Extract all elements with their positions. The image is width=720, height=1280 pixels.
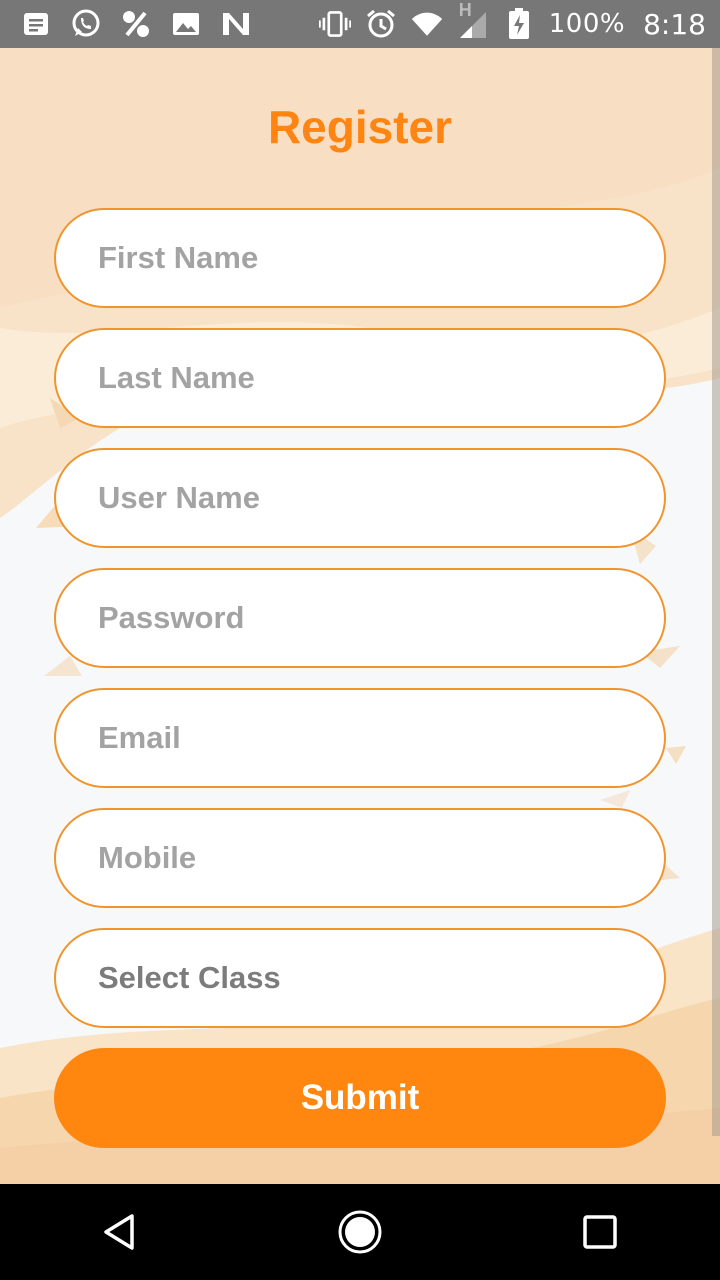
n-app-icon — [220, 8, 252, 40]
wifi-icon — [411, 8, 443, 40]
select-class-dropdown[interactable]: Select Class — [54, 928, 666, 1028]
mobile-field[interactable] — [54, 808, 666, 908]
status-bar: H 100% 8:18 — [0, 0, 720, 48]
email-field[interactable] — [54, 688, 666, 788]
email-input[interactable] — [96, 719, 664, 757]
battery-charging-icon — [503, 8, 535, 40]
first-name-input[interactable] — [96, 239, 664, 277]
scroll-indicator — [712, 48, 720, 1136]
password-field[interactable] — [54, 568, 666, 668]
notes-icon — [20, 8, 52, 40]
last-name-input[interactable] — [96, 359, 664, 397]
user-name-field[interactable] — [54, 448, 666, 548]
alarm-icon — [365, 8, 397, 40]
first-name-field[interactable] — [54, 208, 666, 308]
register-screen: H 100% 8:18 Register Select Class Submit — [0, 0, 720, 1280]
page-title: Register — [267, 101, 453, 153]
password-input[interactable] — [96, 599, 664, 637]
back-icon[interactable] — [80, 1192, 160, 1272]
mobile-input[interactable] — [96, 839, 664, 877]
clock: 8:18 — [643, 7, 706, 41]
navigation-bar — [0, 1184, 720, 1280]
recents-icon[interactable] — [560, 1192, 640, 1272]
image-icon — [170, 8, 202, 40]
battery-percentage: 100% — [548, 9, 626, 39]
network-type-label: H — [458, 0, 472, 20]
submit-button[interactable]: Submit — [54, 1048, 666, 1148]
home-icon[interactable] — [320, 1192, 400, 1272]
last-name-field[interactable] — [54, 328, 666, 428]
percent-icon — [120, 8, 152, 40]
user-name-input[interactable] — [96, 479, 664, 517]
whatsapp-icon — [70, 8, 102, 40]
signal-icon: H — [457, 0, 489, 40]
vibrate-icon — [318, 8, 351, 40]
select-class-label: Select Class — [98, 960, 281, 995]
